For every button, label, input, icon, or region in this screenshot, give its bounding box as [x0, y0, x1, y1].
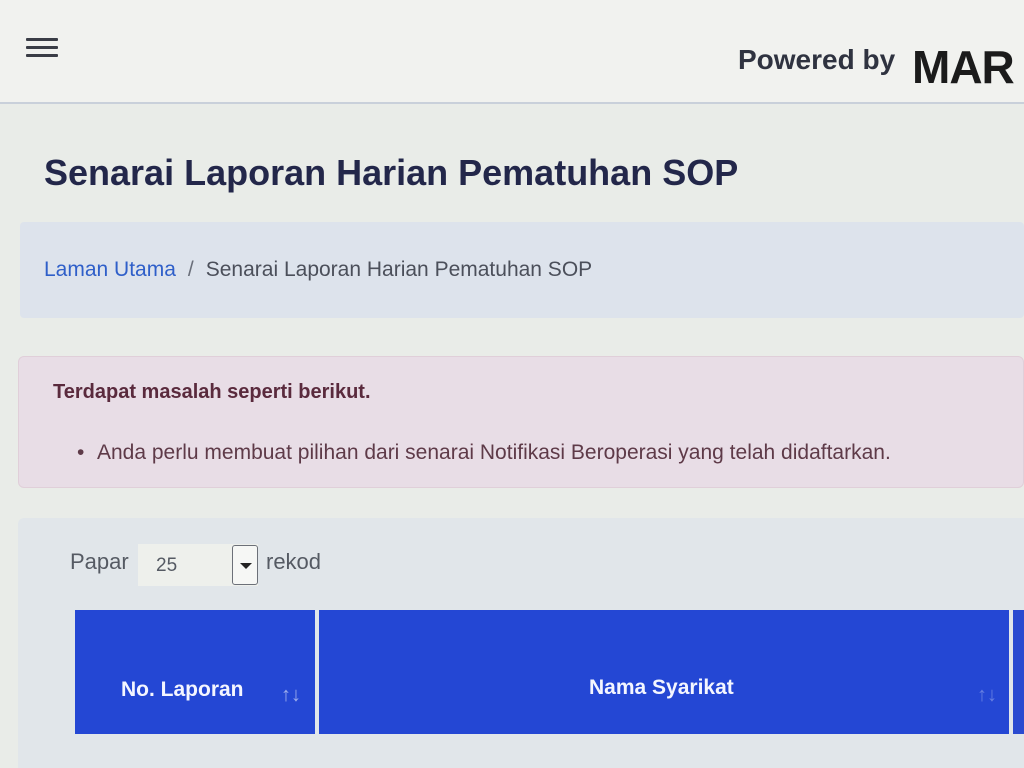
error-alert: Terdapat masalah seperti berikut. • Anda… — [18, 356, 1024, 488]
breadcrumb-home-link[interactable]: Laman Utama — [44, 258, 176, 281]
length-suffix-label: rekod — [266, 549, 322, 574]
breadcrumb-current: Senarai Laporan Harian Pematuhan SOP — [205, 258, 593, 281]
bullet-icon: • — [77, 441, 85, 464]
table-panel: Papar 25 rekod No. Laporan ↑↓ Nama Syari… — [18, 518, 1024, 768]
dropdown-arrow-icon[interactable] — [232, 545, 258, 585]
sort-arrows-icon[interactable]: ↑↓ — [281, 684, 301, 707]
records-per-page-value: 25 — [156, 555, 178, 576]
column-header-label: Nama Syarikat — [589, 676, 734, 699]
breadcrumb: Laman Utama / Senarai Laporan Harian Pemat… — [20, 222, 1024, 318]
column-header-no-laporan[interactable]: No. Laporan ↑↓ — [75, 610, 315, 734]
page-title: Senarai Laporan Harian Pematuhan SOP — [44, 152, 739, 193]
alert-title: Terdapat masalah seperti berikut. — [53, 381, 371, 403]
column-header-label: No. Laporan — [121, 678, 244, 701]
hamburger-menu-icon[interactable] — [26, 38, 62, 62]
alert-list: • Anda perlu membuat pilihan dari senara… — [77, 441, 891, 465]
sort-arrows-icon[interactable]: ↑↓ — [977, 684, 997, 707]
brand-logo: MAR — [912, 41, 1015, 93]
top-navbar: Powered by MAR — [0, 0, 1024, 104]
alert-item: Anda perlu membuat pilihan dari senarai … — [97, 441, 891, 464]
length-prefix-label: Papar — [70, 549, 129, 574]
powered-by-text: Powered by — [738, 44, 896, 75]
column-header-nama-syarikat[interactable]: Nama Syarikat ↑↓ — [319, 610, 1009, 734]
breadcrumb-separator: / — [187, 258, 194, 281]
records-per-page-select[interactable]: 25 — [138, 544, 258, 586]
column-header-partial[interactable] — [1013, 610, 1024, 734]
